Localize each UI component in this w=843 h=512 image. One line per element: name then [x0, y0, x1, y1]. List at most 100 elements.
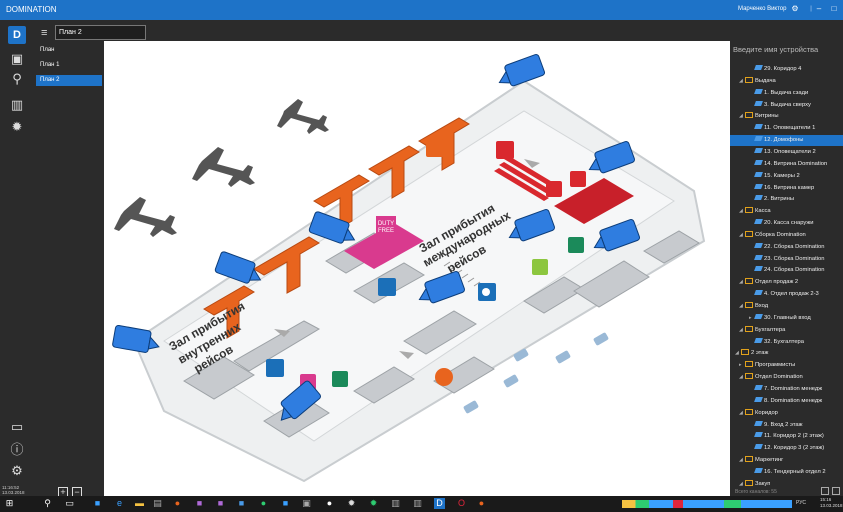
floor-plan-canvas[interactable]: DUTY FREE Зал прибытия внутренних рейсов…	[104, 41, 730, 496]
tree-folder[interactable]: ◢ 2 этаж	[730, 348, 768, 359]
tree-camera[interactable]: 32. Бухгалтера	[730, 337, 804, 348]
tree-camera[interactable]: 4. Отдел продаж 2-3	[730, 289, 819, 300]
tree-folder[interactable]: ◢ Выдача	[730, 76, 776, 87]
tree-folder[interactable]: ◢ Касса	[730, 206, 771, 217]
tree-node-label: Сборка Domination	[755, 231, 806, 238]
taskbar-app-icon[interactable]: ▥	[412, 498, 423, 509]
tree-folder[interactable]: ◢ Маркетинг	[730, 455, 783, 466]
live-view-icon[interactable]: ▣	[8, 50, 26, 68]
explorer-icon[interactable]: ▬	[134, 498, 145, 509]
tree-folder[interactable]: ◢ Коридор	[730, 408, 778, 419]
tree-folder[interactable]: ◢ Вход	[730, 301, 768, 312]
chrome-icon[interactable]: ●	[172, 498, 183, 509]
taskbar-app-icon[interactable]: ●	[258, 498, 269, 509]
plan-item[interactable]: План 1	[36, 60, 102, 71]
folder-icon	[745, 373, 753, 380]
duty-free-text-2: FREE	[378, 228, 394, 234]
tree-camera[interactable]: 13. Оповещатели 2	[730, 147, 816, 158]
system-tray-icons[interactable]	[622, 500, 792, 508]
language-indicator[interactable]: РУС	[796, 500, 806, 506]
taskbar-app-icon[interactable]: ●	[324, 498, 335, 509]
alarm-icon[interactable]: ✹	[8, 118, 26, 136]
taskbar-app-icon[interactable]: ▤	[152, 498, 163, 509]
tree-camera[interactable]: 9. Вход 2 этаж	[730, 420, 803, 431]
search-icon[interactable]: ⚲	[8, 70, 26, 88]
taskbar-app-icon[interactable]: ✹	[368, 498, 379, 509]
tree-folder[interactable]: ◢ Бухгалтера	[730, 325, 785, 336]
task-view-icon[interactable]: ▭	[64, 498, 75, 509]
tree-folder[interactable]: ◢ Отдел продаж 2	[730, 277, 798, 288]
tree-node-label: 30. Главный вход	[764, 314, 811, 321]
taskbar-app-icon[interactable]: ▥	[390, 498, 401, 509]
folder-icon	[745, 479, 753, 486]
tree-camera[interactable]: 16. Витрина камер	[730, 183, 814, 194]
taskbar-app-icon[interactable]: ■	[236, 498, 247, 509]
domination-taskbar-icon[interactable]: D	[434, 498, 445, 509]
taskbar-app-icon[interactable]: ■	[280, 498, 291, 509]
edge-icon[interactable]: e	[114, 498, 125, 509]
tree-node-label: 23. Сборка Domination	[764, 255, 825, 262]
tree-camera[interactable]: 29. Коридор 4	[730, 64, 801, 75]
tree-node-label: 24. Сборка Domination	[764, 267, 825, 274]
taskbar-app-icon[interactable]: ■	[215, 498, 226, 509]
plan-search-input[interactable]: План 2	[55, 25, 146, 40]
tree-folder[interactable]: ▸ Программисты	[730, 360, 795, 371]
taskbar-app-icon[interactable]: ▣	[301, 498, 312, 509]
tree-camera[interactable]: 16. Тендерный отдел 2	[730, 467, 826, 478]
device-search-input[interactable]: Введите имя устройства	[733, 45, 818, 54]
monitor-icon[interactable]: ▭	[8, 418, 26, 436]
camera-icon	[754, 254, 763, 260]
tree-folder[interactable]: ◢ Витрины	[730, 111, 779, 122]
tree-camera[interactable]: 3. Выдача сверху	[730, 100, 811, 111]
taskbar-app-icon[interactable]: ■	[194, 498, 205, 509]
car-icon	[555, 350, 571, 364]
menu-icon[interactable]: ≡	[41, 27, 47, 39]
tree-folder[interactable]: ◢ Сборка Domination	[730, 230, 806, 241]
tree-node-label: 12. Коридор 3 (2 этаж)	[764, 445, 825, 452]
list-view-icon[interactable]	[832, 487, 840, 495]
tree-camera[interactable]: 14. Витрина Domination	[730, 159, 827, 170]
tree-camera[interactable]: 23. Сборка Domination	[730, 254, 824, 265]
camera-icon	[754, 159, 763, 165]
tree-camera[interactable]: 20. Касса снаружи	[730, 218, 813, 229]
tree-camera[interactable]: 12. Домофоны	[730, 135, 843, 147]
user-name[interactable]: Марченко Виктор	[738, 6, 786, 12]
tree-node-label: 11. Коридор 2 (2 этаж)	[764, 433, 824, 440]
camera-icon	[754, 88, 763, 94]
tree-camera[interactable]: 2. Витрины	[730, 194, 794, 205]
escalator-pin	[496, 141, 514, 159]
plan-item-selected[interactable]: План 2	[36, 75, 102, 86]
camera-icon	[754, 147, 763, 153]
tree-camera[interactable]: 7. Domination менедж	[730, 384, 822, 395]
taskbar-app-icon[interactable]: ✹	[346, 498, 357, 509]
title-bar: DOMINATION Марченко Виктор ⚙ | ‒ □	[0, 0, 843, 20]
statistics-icon[interactable]: ▥	[8, 96, 26, 114]
tree-camera[interactable]: 22. Сборка Domination	[730, 242, 824, 253]
tree-folder[interactable]: ◢ Отдел Domination	[730, 372, 803, 383]
tree-camera[interactable]: 15. Камеры 2	[730, 171, 800, 182]
tree-camera[interactable]: ▸ 30. Главный вход	[730, 313, 811, 324]
tree-camera[interactable]: 12. Коридор 3 (2 этаж)	[730, 443, 824, 454]
settings-icon[interactable]: ⚙	[790, 4, 800, 14]
taskbar-clock[interactable]: 15:16 13.03.2018	[820, 497, 843, 509]
info-icon[interactable]: ⓘ	[8, 441, 26, 459]
grid-view-icon[interactable]	[821, 487, 829, 495]
tree-camera[interactable]: 24. Сборка Domination	[730, 265, 824, 276]
tree-node-label: Бухгалтера	[755, 326, 786, 333]
gear-icon[interactable]: ⚙	[8, 462, 26, 480]
plan-item[interactable]: План	[36, 45, 102, 56]
clock-date: 13.03.2018	[820, 503, 843, 508]
opera-icon[interactable]: O	[456, 498, 467, 509]
tree-camera[interactable]: 11. Оповещатели 1	[730, 123, 815, 134]
tree-camera[interactable]: 1. Выдача сзади	[730, 88, 808, 99]
minimize-icon[interactable]: ‒	[814, 4, 824, 14]
maximize-icon[interactable]: □	[829, 4, 839, 14]
taskbar-app-icon[interactable]: ●	[476, 498, 487, 509]
search-icon[interactable]: ⚲	[42, 498, 53, 509]
tree-camera[interactable]: 11. Коридор 2 (2 этаж)	[730, 431, 824, 442]
taskbar-app-icon[interactable]: ■	[92, 498, 103, 509]
windows-start-icon[interactable]: ⊞	[4, 498, 15, 509]
app-logo[interactable]: D	[8, 26, 26, 44]
tree-camera[interactable]: 8. Domination менедж	[730, 396, 822, 407]
airplane-icon	[192, 147, 255, 187]
